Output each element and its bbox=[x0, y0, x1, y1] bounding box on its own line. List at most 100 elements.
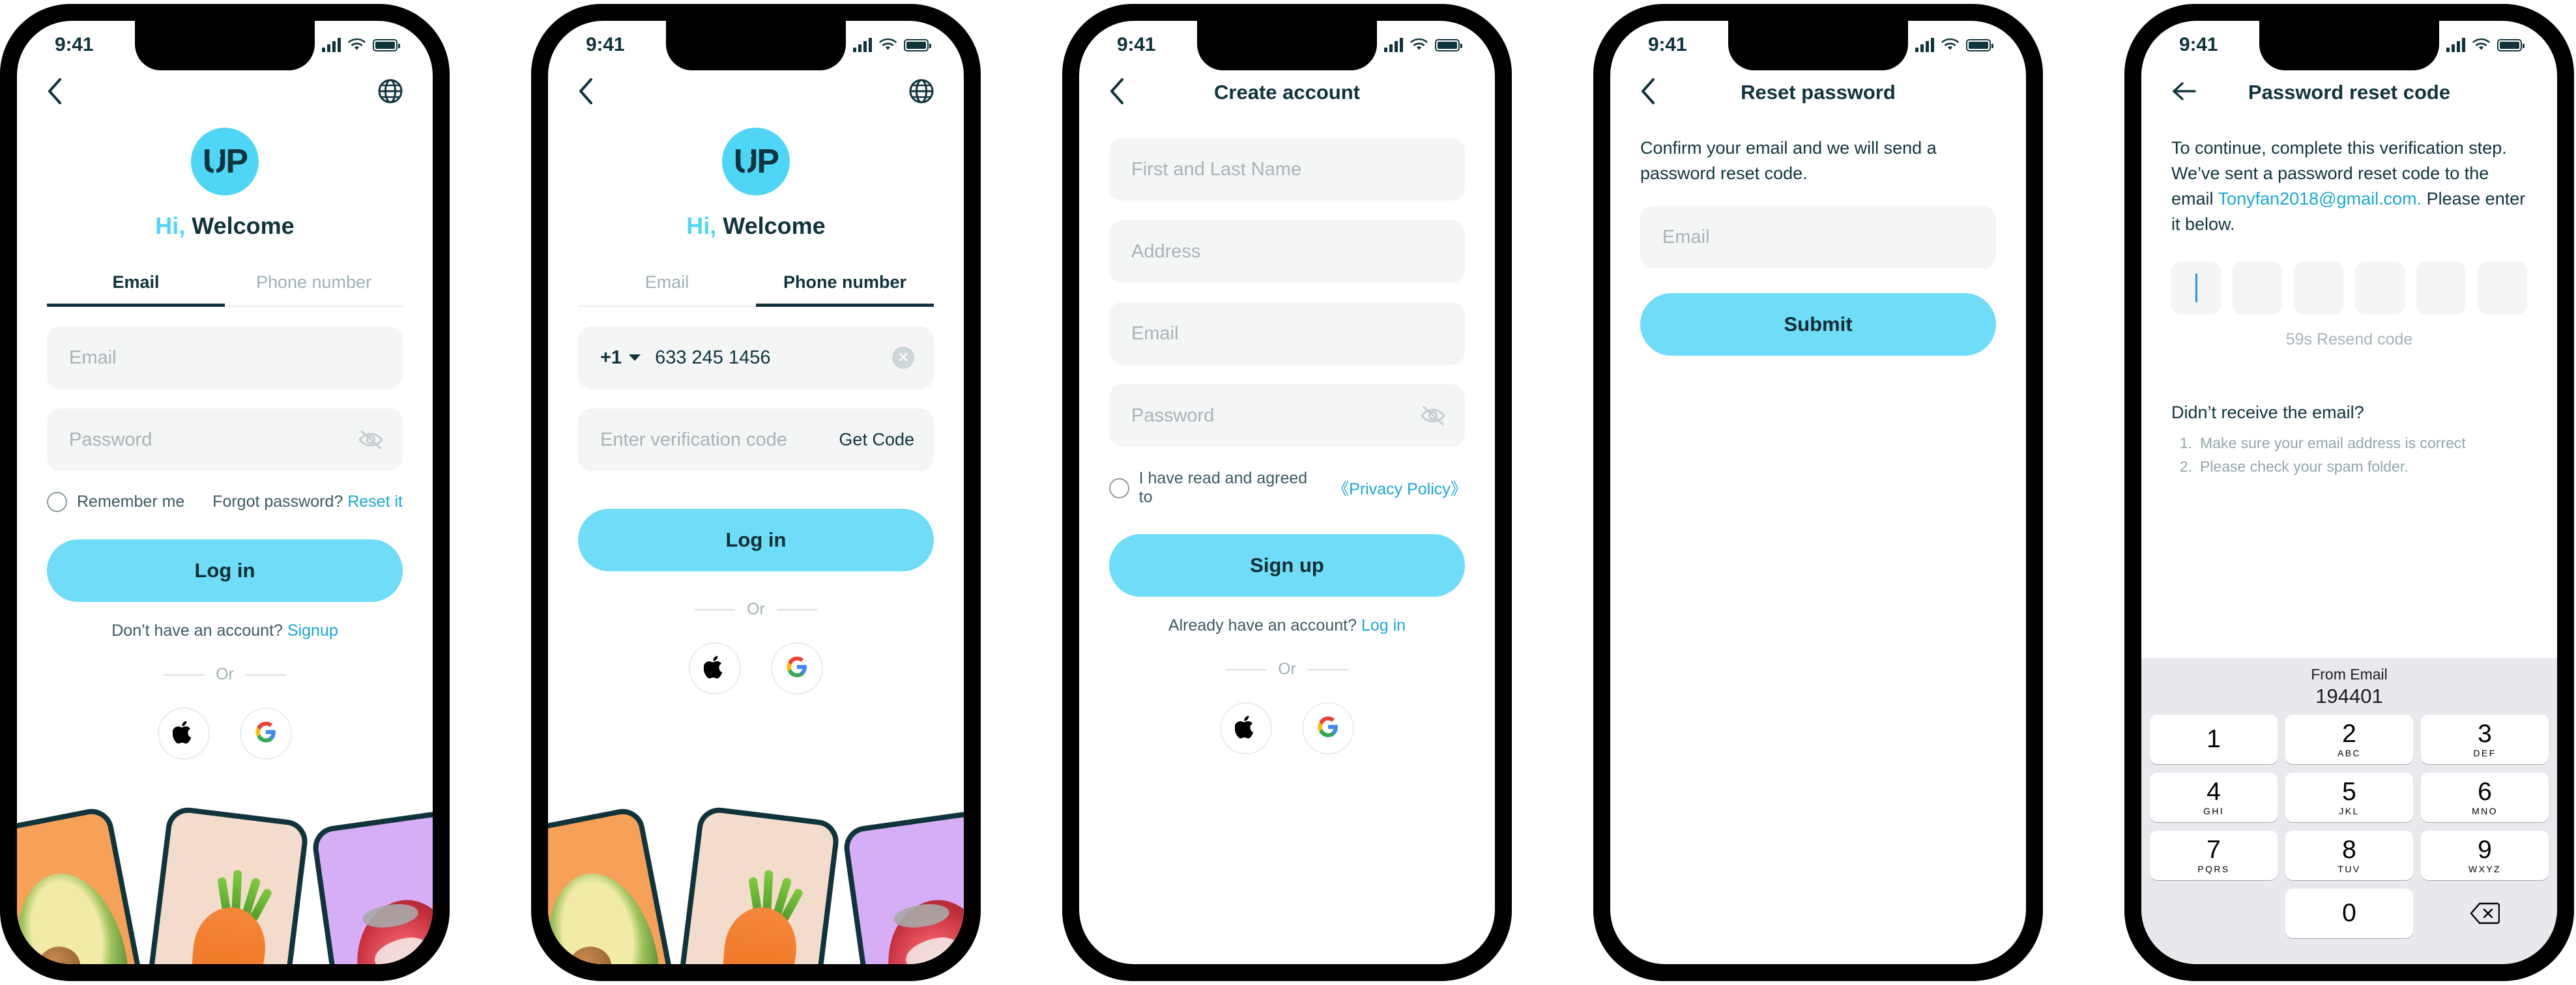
phone-device-create-account: 9:41 Create account First and Last Name bbox=[1062, 4, 1512, 981]
otp-cell-4[interactable] bbox=[2355, 261, 2405, 315]
otp-cell-6[interactable] bbox=[2478, 261, 2527, 315]
signup-button[interactable]: Sign up bbox=[1109, 534, 1465, 597]
apple-signin-button[interactable] bbox=[1220, 702, 1272, 754]
login-button[interactable]: Log in bbox=[47, 539, 403, 602]
didnt-receive-email-title: Didn’t receive the email? bbox=[2171, 402, 2364, 422]
screen-login-phone: 9:41 UP Hi, Welcome Email Phone number +… bbox=[548, 21, 964, 964]
cellular-signal-icon bbox=[1384, 38, 1403, 52]
chevron-down-icon bbox=[629, 354, 641, 361]
tab-phone-number[interactable]: Phone number bbox=[225, 272, 403, 307]
key-letters: ABC bbox=[2337, 747, 2361, 758]
eye-off-icon[interactable] bbox=[358, 429, 383, 450]
chevron-left-icon[interactable] bbox=[1640, 78, 1656, 108]
key-2[interactable]: 2 ABC bbox=[2285, 715, 2413, 764]
remember-me-checkbox[interactable]: Remember me bbox=[47, 492, 184, 512]
email-field[interactable]: Email bbox=[1109, 302, 1465, 365]
food-card-steak bbox=[310, 809, 433, 964]
login-link[interactable]: Log in bbox=[1361, 616, 1406, 635]
key-9[interactable]: 9 WXYZ bbox=[2421, 831, 2549, 880]
google-signin-button[interactable] bbox=[1302, 702, 1354, 754]
email-field[interactable]: Email bbox=[1640, 206, 1996, 269]
reset-it-link[interactable]: Reset it bbox=[347, 493, 403, 511]
otp-cell-3[interactable] bbox=[2294, 261, 2343, 315]
clear-circle-icon[interactable]: ✕ bbox=[892, 347, 914, 369]
otp-cell-1[interactable] bbox=[2171, 261, 2221, 315]
google-signin-button[interactable] bbox=[771, 642, 823, 694]
agree-radio[interactable] bbox=[1109, 478, 1129, 498]
status-icons bbox=[853, 38, 931, 52]
tab-email[interactable]: Email bbox=[47, 272, 225, 307]
key-letters: PQRS bbox=[2197, 863, 2230, 874]
email-field[interactable]: Email bbox=[47, 326, 403, 389]
globe-icon[interactable] bbox=[909, 79, 934, 107]
otp-cell-2[interactable] bbox=[2233, 261, 2282, 315]
tab-phone-number[interactable]: Phone number bbox=[756, 272, 934, 307]
chevron-left-icon[interactable] bbox=[578, 78, 594, 108]
google-signin-button[interactable] bbox=[240, 707, 292, 760]
device-notch bbox=[666, 21, 846, 70]
password-field[interactable]: Password bbox=[1109, 384, 1465, 447]
or-line-right bbox=[776, 608, 817, 610]
eye-off-icon[interactable] bbox=[1421, 405, 1445, 426]
tab-email[interactable]: Email bbox=[578, 272, 756, 307]
remember-forgot-row: Remember me Forgot password? Reset it bbox=[47, 492, 403, 512]
address-field[interactable]: Address bbox=[1109, 220, 1465, 283]
status-icons bbox=[322, 38, 400, 52]
privacy-policy-link[interactable]: 《Privacy Policy》 bbox=[1333, 476, 1467, 500]
submit-button[interactable]: Submit bbox=[1640, 293, 1996, 356]
key-digit: 5 bbox=[2342, 777, 2356, 806]
key-5[interactable]: 5 JKL bbox=[2285, 773, 2413, 822]
remember-me-radio[interactable] bbox=[47, 492, 67, 512]
chevron-left-icon[interactable] bbox=[47, 78, 63, 108]
device-gap bbox=[450, 0, 531, 7]
get-code-button[interactable]: Get Code bbox=[839, 430, 914, 450]
nav-bar bbox=[548, 69, 964, 116]
logo-up-arrow-icon bbox=[740, 148, 753, 177]
key-letters: JKL bbox=[2339, 805, 2360, 816]
food-cards-strip bbox=[17, 788, 433, 964]
status-time: 9:41 bbox=[2179, 34, 2218, 55]
backspace-icon[interactable] bbox=[2421, 889, 2549, 938]
battery-icon bbox=[2497, 38, 2525, 51]
phone-number-field[interactable]: +1 633 245 1456 ✕ bbox=[578, 326, 934, 389]
verification-code-field[interactable]: Enter verification code Get Code bbox=[578, 408, 934, 471]
screen-password-reset-code: 9:41 Password reset code To continue, co… bbox=[2141, 21, 2557, 964]
key-4[interactable]: 4 GHI bbox=[2150, 773, 2278, 822]
phone-number-value: 633 245 1456 bbox=[655, 347, 771, 368]
key-digit: 2 bbox=[2342, 719, 2356, 748]
globe-icon[interactable] bbox=[378, 79, 403, 107]
otp-cell-5[interactable] bbox=[2416, 261, 2466, 315]
key-8[interactable]: 8 TUV bbox=[2285, 831, 2413, 880]
privacy-policy-agreement[interactable]: I have read and agreed to 《Privacy Polic… bbox=[1109, 469, 1467, 507]
troubleshoot-list: 1. Make sure your email address is corre… bbox=[2171, 435, 2527, 476]
status-icons bbox=[1384, 38, 1462, 52]
key-digit: 0 bbox=[2342, 898, 2356, 927]
apple-icon bbox=[703, 654, 726, 683]
login-button[interactable]: Log in bbox=[578, 509, 934, 571]
resend-code-timer[interactable]: 59s Resend code bbox=[2171, 330, 2527, 349]
key-6[interactable]: 6 MNO bbox=[2421, 773, 2549, 822]
country-code-select[interactable]: +1 bbox=[600, 347, 641, 369]
device-gap bbox=[2043, 0, 2124, 7]
chevron-left-icon[interactable] bbox=[1109, 78, 1125, 108]
apple-signin-button[interactable] bbox=[158, 707, 210, 760]
key-digit: 9 bbox=[2478, 835, 2492, 864]
keypad-autofill-suggestion[interactable]: From Email 194401 bbox=[2141, 658, 2557, 708]
google-icon bbox=[786, 656, 808, 681]
key-0[interactable]: 0 bbox=[2285, 889, 2413, 938]
key-1[interactable]: 1 bbox=[2150, 715, 2278, 764]
key-digit: 6 bbox=[2478, 777, 2492, 806]
status-time: 9:41 bbox=[1117, 34, 1156, 55]
signup-link[interactable]: Signup bbox=[287, 621, 338, 640]
full-name-field[interactable]: First and Last Name bbox=[1109, 138, 1465, 201]
arrow-left-icon[interactable] bbox=[2171, 81, 2197, 105]
device-notch bbox=[1197, 21, 1377, 70]
key-7[interactable]: 7 PQRS bbox=[2150, 831, 2278, 880]
password-field[interactable]: Password bbox=[47, 408, 403, 471]
address-placeholder: Address bbox=[1131, 240, 1201, 262]
login-prompt-label: Already have an account? bbox=[1168, 616, 1357, 635]
forgot-password-row: Forgot password? Reset it bbox=[212, 493, 403, 511]
key-3[interactable]: 3 DEF bbox=[2421, 715, 2549, 764]
or-line-right bbox=[1307, 668, 1348, 670]
apple-signin-button[interactable] bbox=[689, 642, 741, 694]
